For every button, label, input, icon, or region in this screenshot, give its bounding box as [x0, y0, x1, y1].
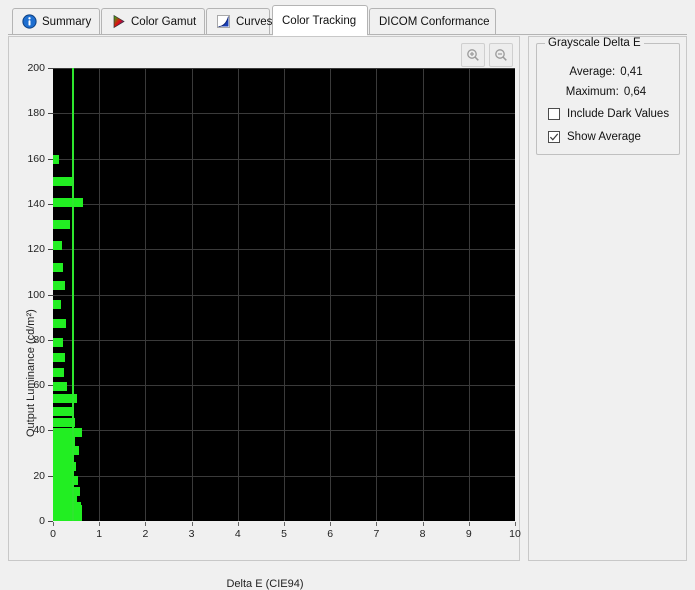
gridline-horizontal: [53, 249, 515, 251]
x-tick-label: 0: [50, 528, 56, 540]
x-tick-label: 1: [96, 528, 103, 540]
delta-e-bar: [53, 337, 63, 347]
x-tick-label: 5: [281, 528, 287, 540]
delta-e-bar: [53, 155, 59, 165]
average-label: Average:: [569, 66, 616, 78]
tab-color-gamut[interactable]: Color Gamut: [101, 8, 205, 34]
x-tick-label: 7: [373, 528, 380, 540]
y-tick-label: 40: [33, 424, 45, 437]
checkmark-icon: [549, 133, 559, 141]
x-tick-mark: [422, 522, 424, 526]
include-dark-values-label: Include Dark Values: [567, 108, 670, 120]
include-dark-values-checkbox[interactable]: Include Dark Values: [548, 108, 669, 120]
average-line: [71, 68, 74, 521]
delta-e-bar: [53, 176, 73, 186]
delta-e-bar: [53, 368, 65, 378]
y-tick-label: 100: [27, 288, 45, 301]
delta-e-bar: [53, 280, 65, 290]
x-axis-label: Delta E (CIE94): [226, 578, 304, 590]
tab-summary[interactable]: Summary: [12, 8, 100, 34]
gridline-horizontal: [53, 113, 515, 115]
delta-e-bar: [53, 353, 65, 363]
y-tick-label: 60: [33, 379, 45, 392]
y-axis-label: Output Luminance (cd/m²): [25, 309, 37, 437]
grayscale-delta-e-group: Grayscale Delta E Average: 0,41 Maximum:…: [536, 37, 680, 155]
delta-e-bar: [53, 406, 74, 416]
delta-e-bar: [53, 381, 67, 391]
gridline-horizontal: [53, 430, 515, 432]
delta-e-bar: [53, 262, 64, 272]
tab-curves-label: Curves: [236, 15, 273, 28]
gamut-triangle-icon: [111, 14, 126, 29]
y-tick-label: 20: [33, 469, 45, 482]
maximum-label: Maximum:: [565, 86, 619, 98]
x-tick-mark: [515, 522, 516, 526]
x-tick-label: 3: [188, 528, 195, 540]
y-tick-label: 140: [27, 197, 45, 210]
delta-e-bar: [53, 198, 83, 208]
tab-curves[interactable]: Curves: [206, 8, 273, 34]
tab-color-gamut-label: Color Gamut: [131, 15, 197, 28]
show-average-checkbox[interactable]: Show Average: [548, 131, 641, 143]
gridline-horizontal: [53, 339, 515, 341]
average-row: Average: 0,41: [541, 66, 671, 78]
average-value: 0,41: [620, 66, 643, 78]
plot-area[interactable]: [53, 68, 515, 521]
x-tick-mark: [376, 522, 378, 526]
maximum-row: Maximum: 0,64: [541, 86, 671, 98]
delta-e-bar: [53, 428, 82, 438]
gridline-horizontal: [53, 385, 515, 387]
delta-e-bar: [53, 241, 63, 251]
info-icon: [22, 14, 37, 29]
tab-color-tracking[interactable]: Color Tracking: [272, 5, 368, 36]
gridline-horizontal: [53, 475, 515, 477]
tab-bar: Summary Color Gamut Curves Color Trackin…: [0, 0, 695, 36]
x-tick-label: 4: [234, 528, 241, 540]
x-tick-label: 2: [142, 528, 149, 540]
maximum-value: 0,64: [623, 86, 647, 98]
show-average-label: Show Average: [567, 131, 641, 143]
x-tick-mark: [284, 522, 285, 526]
gridline-horizontal: [53, 68, 515, 69]
delta-e-bar: [53, 219, 70, 229]
y-tick-label: 0: [39, 515, 45, 527]
tab-summary-label: Summary: [42, 15, 92, 28]
x-tick-mark: [99, 522, 101, 526]
group-title: Grayscale Delta E: [545, 37, 644, 49]
gridline-horizontal: [53, 294, 515, 296]
x-tick-mark: [237, 522, 239, 526]
show-average-box[interactable]: [548, 131, 560, 143]
x-tick-mark: [145, 522, 147, 526]
y-tick-label: 80: [33, 333, 45, 346]
y-tick-label: 120: [27, 243, 45, 256]
y-tick-label: 160: [27, 152, 45, 165]
tab-color-tracking-label: Color Tracking: [282, 14, 357, 27]
delta-e-bar: [53, 319, 66, 329]
curve-graph-icon: [216, 14, 231, 29]
side-panel: Grayscale Delta E Average: 0,41 Maximum:…: [528, 36, 687, 561]
y-tick-label: 200: [27, 62, 45, 74]
tab-dicom-conformance-label: DICOM Conformance: [379, 15, 490, 28]
x-tick-mark: [330, 522, 332, 526]
delta-e-bar: [53, 300, 61, 310]
gridline-horizontal: [53, 203, 515, 205]
x-tick-mark: [468, 522, 470, 526]
gridline-horizontal: [53, 158, 515, 160]
y-tick-label: 180: [27, 107, 45, 120]
color-tracking-window: Summary Color Gamut Curves Color Trackin…: [0, 0, 695, 590]
tab-dicom-conformance[interactable]: DICOM Conformance: [369, 8, 496, 34]
x-tick-label: 8: [419, 528, 426, 540]
chart-panel: Output Luminance (cd/m²) 0 20 40 60 80 100 120…: [8, 36, 521, 590]
plot-wrapper: Output Luminance (cd/m²) 0 20 40 60 80 100 120…: [9, 37, 521, 590]
x-tick-label: 6: [327, 528, 334, 540]
include-dark-values-box[interactable]: [548, 108, 560, 120]
x-tick-label: 9: [465, 528, 472, 540]
x-tick-mark: [191, 522, 193, 526]
x-tick-mark: [53, 522, 54, 526]
